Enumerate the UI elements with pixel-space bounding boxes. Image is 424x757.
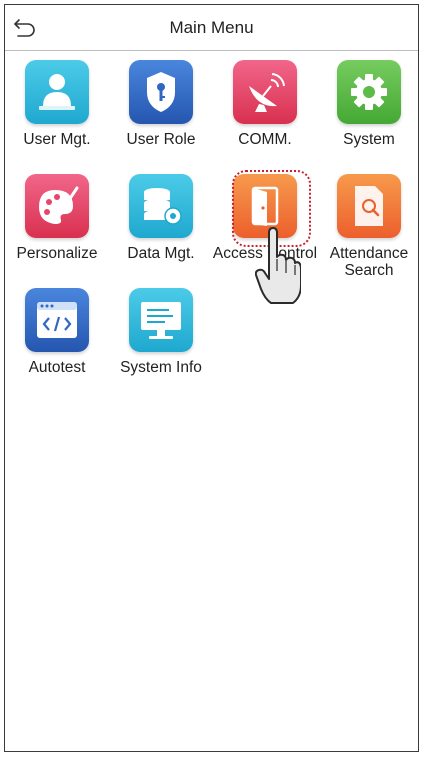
menu-item-label: System (343, 131, 395, 148)
menu-item-label: Data Mgt. (127, 245, 195, 262)
door-icon (233, 174, 297, 238)
menu-item-label: User Mgt. (23, 131, 91, 148)
menu-item-autotest[interactable]: Autotest (5, 279, 109, 389)
device-screen: Main Menu User Mgt. User Role COMM. Syst… (4, 4, 419, 752)
title-bar: Main Menu (5, 5, 418, 51)
menu-item-data-mgt[interactable]: Data Mgt. (109, 165, 213, 275)
user-icon (25, 60, 89, 124)
shield-key-icon (129, 60, 193, 124)
menu-item-label: Autotest (28, 359, 86, 376)
gear-icon (337, 60, 401, 124)
database-gear-icon (129, 174, 193, 238)
menu-item-system[interactable]: System (317, 51, 418, 161)
menu-item-access-control[interactable]: Access Control (213, 165, 317, 275)
satellite-dish-icon (233, 60, 297, 124)
menu-item-user-role[interactable]: User Role (109, 51, 213, 161)
palette-icon (25, 174, 89, 238)
menu-item-label: Attendance Search (329, 245, 409, 279)
menu-item-label: System Info (120, 359, 202, 376)
page-title: Main Menu (169, 18, 254, 37)
monitor-icon (129, 288, 193, 352)
document-search-icon (337, 174, 401, 238)
menu-item-user-mgt[interactable]: User Mgt. (5, 51, 109, 161)
menu-item-label: Personalize (16, 245, 98, 262)
menu-item-label: COMM. (238, 131, 292, 148)
code-window-icon (25, 288, 89, 352)
menu-item-comm[interactable]: COMM. (213, 51, 317, 161)
menu-item-label: Access Control (212, 245, 318, 262)
menu-item-system-info[interactable]: System Info (109, 279, 213, 389)
menu-item-attendance-search[interactable]: Attendance Search (317, 165, 418, 279)
menu-item-personalize[interactable]: Personalize (5, 165, 109, 275)
menu-item-label: User Role (126, 131, 196, 148)
